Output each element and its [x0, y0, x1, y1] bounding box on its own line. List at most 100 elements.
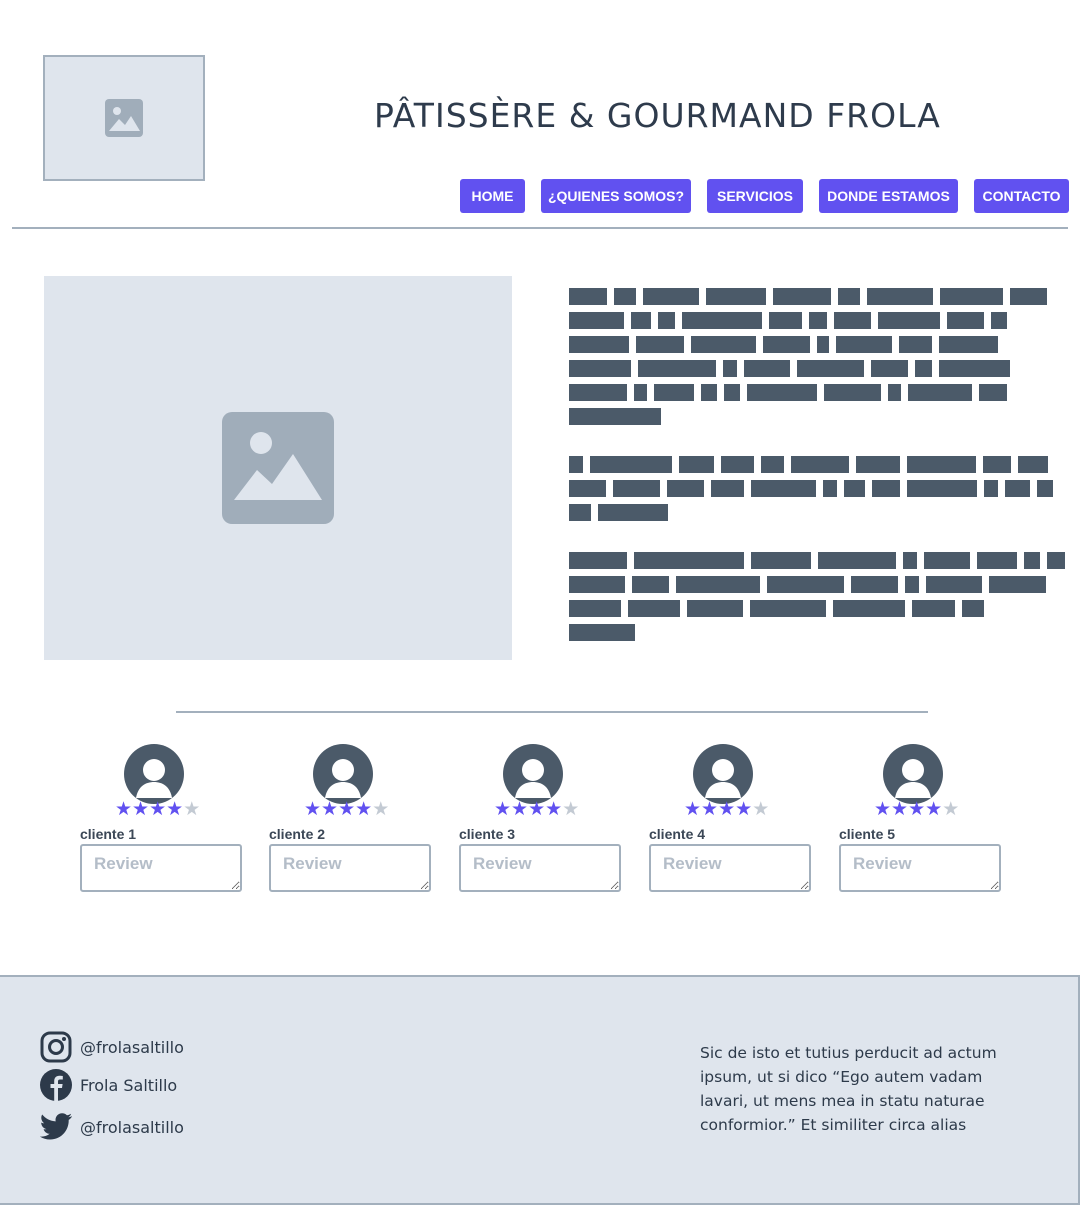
star-filled-icon[interactable]: ★ [511, 798, 528, 820]
star-empty-icon[interactable]: ★ [183, 798, 200, 820]
nav-donde-estamos-button[interactable]: DONDE ESTAMOS [819, 179, 958, 213]
redacted-word [844, 480, 865, 497]
instagram-icon [40, 1031, 72, 1063]
star-filled-icon[interactable]: ★ [166, 798, 183, 820]
star-filled-icon[interactable]: ★ [115, 798, 132, 820]
star-filled-icon[interactable]: ★ [355, 798, 372, 820]
redacted-word [939, 360, 1010, 377]
star-filled-icon[interactable]: ★ [494, 798, 511, 820]
star-rating[interactable]: ★★★★★ [494, 799, 579, 819]
redacted-word [632, 576, 669, 593]
star-filled-icon[interactable]: ★ [545, 798, 562, 820]
star-rating[interactable]: ★★★★★ [115, 799, 200, 819]
redacted-word [856, 456, 900, 473]
redacted-word [912, 600, 955, 617]
redacted-word [924, 552, 970, 569]
redacted-word [834, 312, 871, 329]
redacted-word [838, 288, 860, 305]
star-filled-icon[interactable]: ★ [908, 798, 925, 820]
redacted-word [991, 312, 1007, 329]
client-name: cliente 2 [269, 826, 326, 842]
nav-contacto-button[interactable]: CONTACTO [974, 179, 1069, 213]
social-facebook[interactable]: Frola Saltillo [40, 1069, 177, 1101]
redacted-word [654, 384, 694, 401]
star-filled-icon[interactable]: ★ [735, 798, 752, 820]
redacted-word [691, 336, 756, 353]
redacted-word [614, 288, 636, 305]
review-input[interactable] [839, 844, 1001, 892]
redacted-word [569, 408, 661, 425]
star-filled-icon[interactable]: ★ [528, 798, 545, 820]
redacted-word [1047, 552, 1065, 569]
redacted-word [871, 360, 908, 377]
client-name: cliente 4 [649, 826, 706, 842]
star-filled-icon[interactable]: ★ [718, 798, 735, 820]
redacted-word [915, 360, 932, 377]
redacted-word [940, 288, 1003, 305]
site-title: PÂTISSÈRE & GOURMAND FROLA [374, 96, 941, 135]
star-filled-icon[interactable]: ★ [132, 798, 149, 820]
star-filled-icon[interactable]: ★ [701, 798, 718, 820]
twitter-handle: @frolasaltillo [80, 1117, 184, 1137]
redacted-word [977, 552, 1017, 569]
nav-quienes-somos-button[interactable]: ¿QUIENES SOMOS? [541, 179, 691, 213]
review-input[interactable] [80, 844, 242, 892]
redacted-word [701, 384, 717, 401]
redacted-word [751, 480, 816, 497]
redacted-word [747, 384, 817, 401]
star-rating[interactable]: ★★★★★ [304, 799, 389, 819]
redacted-word [984, 480, 998, 497]
redacted-word [791, 456, 849, 473]
star-filled-icon[interactable]: ★ [338, 798, 355, 820]
redacted-word [569, 312, 624, 329]
star-empty-icon[interactable]: ★ [372, 798, 389, 820]
hero-image-placeholder [44, 276, 512, 660]
redacted-word [667, 480, 704, 497]
star-rating[interactable]: ★★★★★ [684, 799, 769, 819]
redacted-word [569, 480, 606, 497]
redacted-word [817, 336, 829, 353]
redacted-word [634, 552, 744, 569]
star-empty-icon[interactable]: ★ [942, 798, 959, 820]
redacted-word [634, 384, 647, 401]
avatar [503, 744, 563, 804]
star-filled-icon[interactable]: ★ [149, 798, 166, 820]
star-filled-icon[interactable]: ★ [891, 798, 908, 820]
review-input[interactable] [459, 844, 621, 892]
star-empty-icon[interactable]: ★ [562, 798, 579, 820]
redacted-word [613, 480, 660, 497]
redacted-word [1010, 288, 1047, 305]
redacted-word [724, 384, 740, 401]
avatar [693, 744, 753, 804]
avatar [883, 744, 943, 804]
social-twitter[interactable]: @frolasaltillo [40, 1113, 184, 1141]
nav-servicios-button[interactable]: SERVICIOS [707, 179, 803, 213]
section-divider [176, 711, 928, 713]
redacted-word [569, 504, 591, 521]
redacted-word [569, 336, 629, 353]
redacted-word [751, 552, 811, 569]
redacted-word [638, 360, 716, 377]
star-filled-icon[interactable]: ★ [321, 798, 338, 820]
redacted-word [1005, 480, 1030, 497]
star-empty-icon[interactable]: ★ [752, 798, 769, 820]
star-rating[interactable]: ★★★★★ [874, 799, 959, 819]
social-instagram[interactable]: @frolasaltillo [40, 1031, 184, 1063]
redacted-word [899, 336, 932, 353]
redacted-word [851, 576, 898, 593]
redacted-word [769, 312, 802, 329]
review-input[interactable] [649, 844, 811, 892]
logo-placeholder [43, 55, 205, 181]
redacted-word [836, 336, 892, 353]
star-filled-icon[interactable]: ★ [874, 798, 891, 820]
star-filled-icon[interactable]: ★ [304, 798, 321, 820]
user-icon [515, 759, 551, 798]
redacted-word [888, 384, 901, 401]
footer: @frolasaltillo Frola Saltillo @frolasalt… [0, 975, 1080, 1205]
star-filled-icon[interactable]: ★ [925, 798, 942, 820]
avatar [124, 744, 184, 804]
review-input[interactable] [269, 844, 431, 892]
star-filled-icon[interactable]: ★ [684, 798, 701, 820]
redacted-word [628, 600, 680, 617]
nav-home-button[interactable]: HOME [460, 179, 525, 213]
